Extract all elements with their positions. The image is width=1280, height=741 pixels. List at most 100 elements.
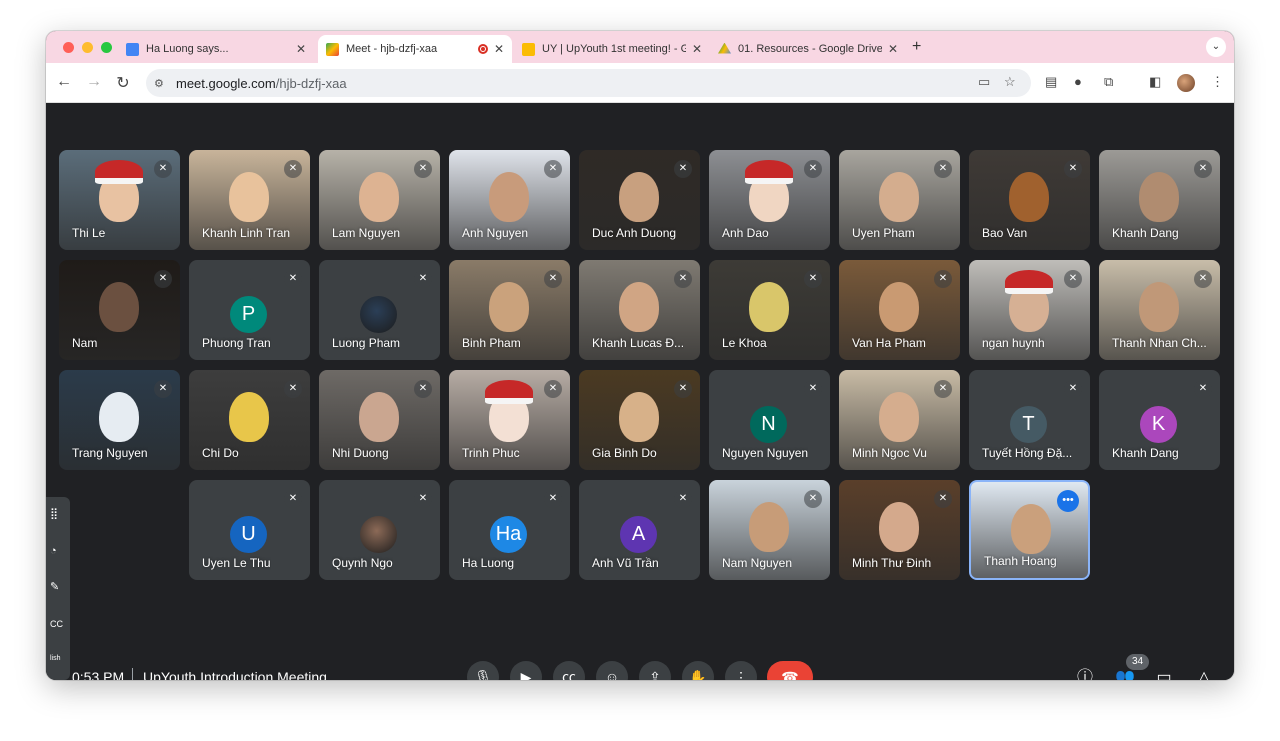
camera-in-use-icon[interactable]: ▭	[978, 74, 990, 90]
camera-icon: ▶	[520, 669, 532, 680]
address-bar[interactable]: ⚙ meet.google.com/hjb-dzfj-xaa ▭ ☆	[146, 69, 1031, 97]
captions-button[interactable]: ㏄	[553, 661, 585, 680]
microphone-button[interactable]: 🎙	[467, 661, 499, 680]
tab-title: UY | UpYouth 1st meeting! - G	[542, 43, 686, 55]
tab-search-chevron-icon[interactable]: ⌄	[1206, 37, 1226, 57]
muted-mic-icon: ✕	[1064, 270, 1082, 288]
participant-tile[interactable]: ✕ Gia Binh Do	[579, 370, 700, 470]
close-tab-icon[interactable]: ✕	[692, 42, 702, 56]
participant-tile[interactable]: ✕ Nam Nguyen	[709, 480, 830, 580]
activities-icon[interactable]: △	[1193, 667, 1215, 680]
camera-button[interactable]: ▶	[510, 661, 542, 680]
participant-tile[interactable]: ✕ Uyen Pham	[839, 150, 960, 250]
participant-tile[interactable]: ✕ Nam	[59, 260, 180, 360]
participant-tile[interactable]: ✕ Bao Van	[969, 150, 1090, 250]
participant-tile[interactable]: ✕ Khanh Dang	[1099, 150, 1220, 250]
participant-tile[interactable]: ✕ Nhi Duong	[319, 370, 440, 470]
participant-tile[interactable]: ✕ Thanh Nhan Ch...	[1099, 260, 1220, 360]
santa-hat-filter	[1005, 270, 1053, 294]
participant-tile[interactable]: ✕ Trang Nguyen	[59, 370, 180, 470]
muted-mic-icon: ✕	[414, 270, 432, 288]
participant-video	[359, 172, 399, 222]
close-tab-icon[interactable]: ✕	[494, 42, 504, 56]
participant-tile[interactable]: ✕ Anh Dao	[709, 150, 830, 250]
tab-slides[interactable]: UY | UpYouth 1st meeting! - G ✕	[514, 35, 710, 63]
participant-name: Binh Pham	[462, 336, 521, 350]
tab-meet[interactable]: Meet - hjb-dzfj-xaa ✕	[318, 35, 512, 63]
back-arrow-icon[interactable]: ←	[54, 73, 74, 91]
tab-drive[interactable]: 01. Resources - Google Drive ✕	[710, 35, 906, 63]
minimize-window-button[interactable]	[82, 42, 93, 53]
tile-more-options-icon[interactable]: •••	[1057, 490, 1079, 512]
chat-icon[interactable]: ▭	[1153, 667, 1175, 680]
participant-tile[interactable]: ✕ Khanh Lucas Đ...	[579, 260, 700, 360]
timer-icon[interactable]: ◔	[50, 545, 57, 557]
participant-tile[interactable]: U ✕ Uyen Le Thu	[189, 480, 310, 580]
more-options-button[interactable]: ⋮	[725, 661, 757, 680]
meeting-info-icon[interactable]: ⓘ	[1074, 667, 1096, 680]
participant-tile[interactable]: A ✕ Anh Vũ Trần	[579, 480, 700, 580]
participant-tile[interactable]: P ✕ Phuong Tran	[189, 260, 310, 360]
close-window-button[interactable]	[63, 42, 74, 53]
participant-tile[interactable]: ✕ Anh Nguyen	[449, 150, 570, 250]
participant-tile[interactable]: ✕ Khanh Linh Tran	[189, 150, 310, 250]
participant-name: Thanh Nhan Ch...	[1112, 336, 1207, 350]
participant-name: Lam Nguyen	[332, 226, 401, 240]
divider	[132, 668, 133, 680]
cc-label[interactable]: CC	[50, 619, 63, 629]
participant-name: Anh Dao	[722, 226, 769, 240]
participant-tile[interactable]: ✕ Thi Le	[59, 150, 180, 250]
raise-hand-button[interactable]: ✋	[682, 661, 714, 680]
muted-mic-icon: ✕	[414, 380, 432, 398]
participant-tile[interactable]: Ha ✕ Ha Luong	[449, 480, 570, 580]
participant-tile[interactable]: K ✕ Khanh Dang	[1099, 370, 1220, 470]
participant-tile[interactable]: ✕ Le Khoa	[709, 260, 830, 360]
meeting-title: UpYouth Introduction Meeting	[143, 669, 327, 680]
extensions-puzzle-icon[interactable]: ⧉	[1104, 74, 1113, 90]
participant-tile[interactable]: T ✕ Tuyết Hồng Đặ...	[969, 370, 1090, 470]
participant-tile[interactable]: ✕ Quynh Ngo	[319, 480, 440, 580]
browser-menu-icon[interactable]: ⋮	[1211, 74, 1224, 90]
leave-call-button[interactable]: ☎	[767, 661, 813, 680]
participant-tile[interactable]: ✕ Luong Pham	[319, 260, 440, 360]
participant-avatar: N	[750, 406, 787, 443]
participant-tile[interactable]: N ✕ Nguyen Nguyen	[709, 370, 830, 470]
reactions-button[interactable]: ☺	[596, 661, 628, 680]
participant-name: Nguyen Nguyen	[722, 446, 809, 460]
url-text[interactable]: meet.google.com/hjb-dzfj-xaa	[176, 76, 347, 91]
participant-tile[interactable]: ✕ Binh Pham	[449, 260, 570, 360]
participant-tile[interactable]: ✕ ngan huynh	[969, 260, 1090, 360]
side-panel-icon[interactable]: ◧	[1149, 74, 1161, 90]
participant-video	[749, 502, 789, 552]
bookmark-star-icon[interactable]: ☆	[1004, 74, 1016, 90]
reload-icon[interactable]: ↻	[113, 73, 133, 93]
santa-hat-filter	[485, 380, 533, 404]
participant-name: Trinh Phuc	[462, 446, 520, 460]
cookie-extension-icon[interactable]: ●	[1074, 74, 1082, 89]
participant-tile[interactable]: ✕ Duc Anh Duong	[579, 150, 700, 250]
participant-avatar: A	[620, 516, 657, 553]
reader-icon[interactable]: ▤	[1045, 74, 1057, 90]
participant-tile[interactable]: ✕ Trinh Phuc	[449, 370, 570, 470]
tab-title: 01. Resources - Google Drive	[738, 43, 882, 55]
participant-name: Quynh Ngo	[332, 556, 393, 570]
pen-icon[interactable]: ✎	[50, 580, 59, 593]
participant-tile[interactable]: ✕ Lam Nguyen	[319, 150, 440, 250]
new-tab-button[interactable]: +	[912, 38, 921, 56]
profile-avatar[interactable]	[1177, 74, 1195, 92]
participant-tile[interactable]: ✕ Minh Ngoc Vu	[839, 370, 960, 470]
close-tab-icon[interactable]: ✕	[296, 42, 306, 56]
present-button[interactable]: ⇪	[639, 661, 671, 680]
site-settings-icon[interactable]: ⚙	[154, 77, 170, 90]
participant-tile[interactable]: ••• Thanh Hoang	[969, 480, 1090, 580]
forward-arrow-icon[interactable]: →	[84, 73, 104, 91]
close-tab-icon[interactable]: ✕	[888, 42, 898, 56]
tab-docs[interactable]: Ha Luong says... ✕	[118, 35, 314, 63]
participant-tile[interactable]: ✕ Minh Thư Đinh	[839, 480, 960, 580]
participant-tile[interactable]: ✕ Chi Do	[189, 370, 310, 470]
muted-mic-icon: ✕	[1194, 380, 1212, 398]
participant-tile[interactable]: ✕ Van Ha Pham	[839, 260, 960, 360]
zoom-window-button[interactable]	[101, 42, 112, 53]
apps-grid-icon[interactable]: ⣿	[50, 507, 58, 520]
browser-toolbar: ← → ↻ ⚙ meet.google.com/hjb-dzfj-xaa ▭ ☆…	[46, 63, 1234, 103]
